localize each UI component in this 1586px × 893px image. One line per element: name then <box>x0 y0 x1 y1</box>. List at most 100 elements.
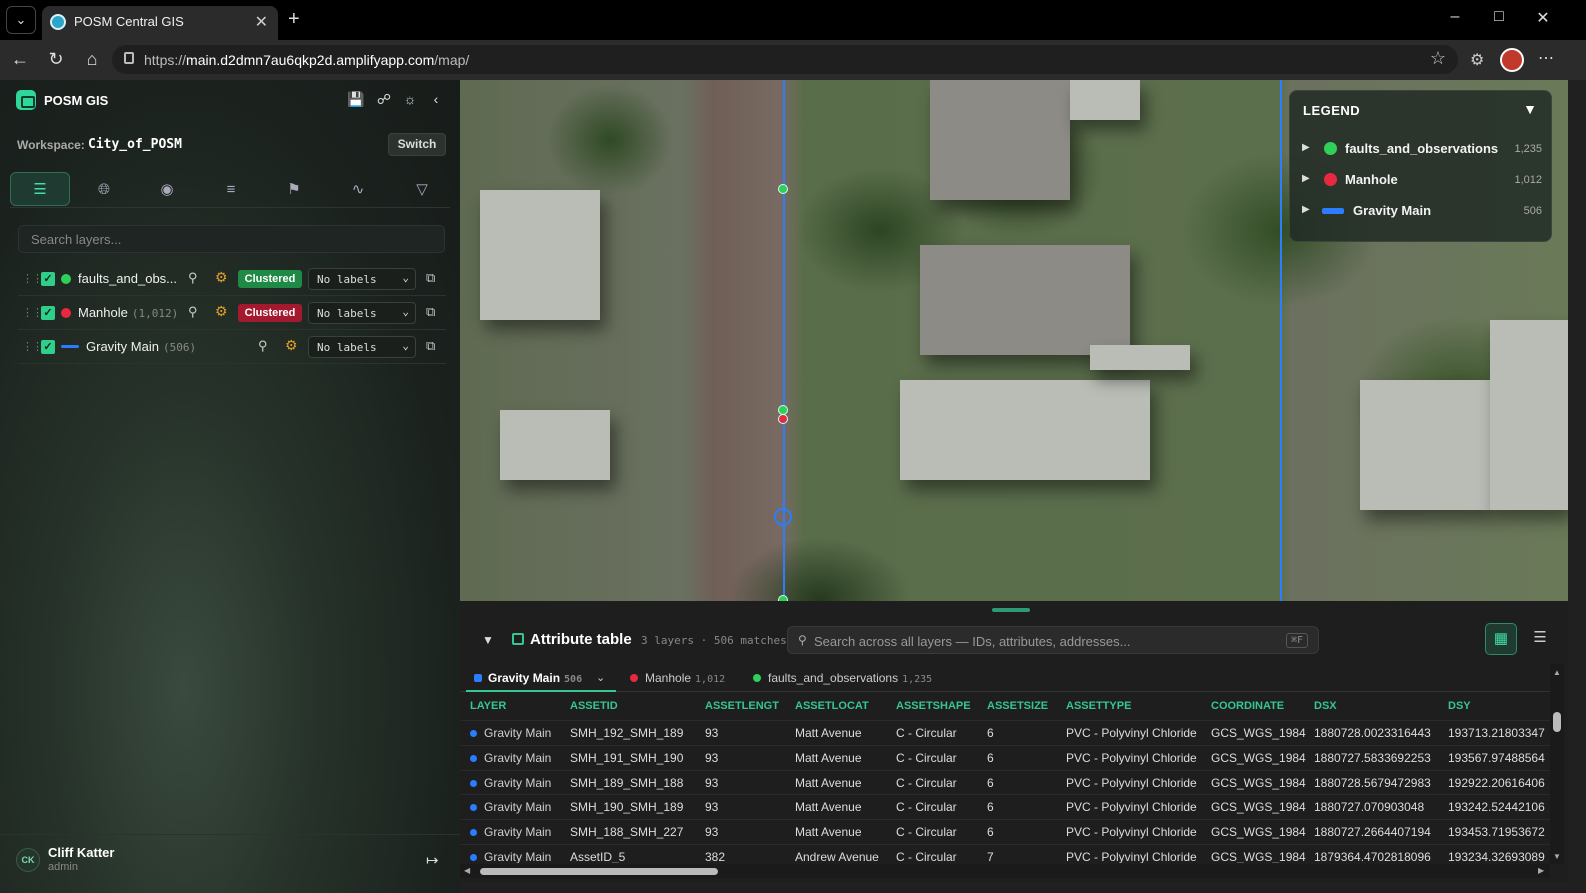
bookmark-icon[interactable]: ⚑ <box>264 172 324 206</box>
grid-view-icon[interactable]: ▦ <box>1485 623 1517 655</box>
duplicate-layer-icon[interactable]: ⧉ <box>426 338 435 354</box>
layer-settings-gear-icon[interactable]: ⚙ <box>215 269 228 286</box>
list-icon[interactable]: ≡ <box>201 172 261 206</box>
column-header[interactable]: LAYER <box>470 700 506 712</box>
close-tab-icon[interactable]: ✕ <box>255 12 268 32</box>
legend-collapse-icon[interactable]: ▼ <box>1523 101 1537 117</box>
globe-icon[interactable]: 🌐︎ <box>74 172 134 206</box>
table-row[interactable]: Gravity Main SMH_192_SMH_189 93 Matt Avenue… <box>460 720 1550 745</box>
zoom-to-layer-search-icon[interactable]: ⚲ <box>188 270 198 286</box>
column-header[interactable]: ASSETTYPE <box>1066 700 1131 712</box>
legend-item[interactable]: ▶ faults_and_observations 1,235 <box>1302 139 1542 163</box>
logout-icon[interactable]: ↦ <box>426 851 439 869</box>
url-field[interactable]: https://main.d2dmn7au6qkp2d.amplifyapp.c… <box>112 45 1458 74</box>
legend-item[interactable]: ▶ Gravity Main 506 <box>1302 201 1542 225</box>
column-header[interactable]: ASSETSHAPE <box>896 700 971 712</box>
vertical-scrollbar[interactable]: ▲ ▼ <box>1550 664 1564 864</box>
manhole-point[interactable] <box>778 414 788 424</box>
table-cell: C - Circular <box>896 800 957 815</box>
attribute-search-input[interactable]: ⚲ Search across all layers — IDs, attrib… <box>787 626 1319 654</box>
duplicate-layer-icon[interactable]: ⧉ <box>426 304 435 320</box>
bookmark-star-icon[interactable]: ☆ <box>1430 48 1446 69</box>
home-icon[interactable]: ⌂ <box>80 49 104 70</box>
tab-dropdown-chevron-icon[interactable]: ⌄ <box>596 671 605 684</box>
horizontal-scrollbar[interactable]: ◀ ▶ <box>460 864 1550 878</box>
browser-tab[interactable]: POSM Central GIS ✕ <box>42 6 278 40</box>
labels-select[interactable]: No labels ⌄ <box>308 302 416 324</box>
expand-arrow-icon[interactable]: ▶ <box>1302 173 1310 184</box>
more-menu-icon[interactable]: ⋯ <box>1538 48 1555 68</box>
palette-icon[interactable]: ◉ <box>137 172 197 206</box>
tab-list-chevron-icon[interactable]: ⌄ <box>6 6 36 34</box>
filter-icon[interactable]: ▽ <box>392 172 452 206</box>
drag-handle-icon[interactable]: ⋮⋮ <box>22 340 43 353</box>
layer-visibility-checkbox[interactable]: ✓ <box>41 272 55 286</box>
minimize-icon[interactable]: – <box>1440 8 1470 26</box>
layer-visibility-checkbox[interactable]: ✓ <box>41 340 55 354</box>
zoom-to-layer-search-icon[interactable]: ⚲ <box>258 338 268 354</box>
layer-settings-gear-icon[interactable]: ⚙ <box>215 303 228 320</box>
table-row[interactable]: Gravity Main SMH_189_SMH_188 93 Matt Avenue… <box>460 769 1550 795</box>
zoom-to-layer-search-icon[interactable]: ⚲ <box>188 304 198 320</box>
back-icon[interactable]: ← <box>8 49 32 70</box>
tab-manhole[interactable]: Manhole 1,012 <box>620 664 740 692</box>
theme-sun-icon[interactable]: ☼ <box>401 91 419 107</box>
new-tab-icon[interactable]: + <box>288 8 300 31</box>
map-canvas[interactable]: LEGEND ▼ ▶ faults_and_observations 1,235… <box>460 80 1568 601</box>
maximize-icon[interactable]: □ <box>1484 8 1514 26</box>
save-icon[interactable]: 💾 <box>347 91 365 108</box>
gravity-main-line[interactable] <box>1280 80 1282 601</box>
observation-point[interactable] <box>778 184 788 194</box>
share-icon[interactable]: ☍ <box>375 91 393 108</box>
drag-handle-icon[interactable]: ⋮⋮ <box>22 272 43 285</box>
extensions-icon[interactable]: ⚙ <box>1470 50 1484 70</box>
lock-icon[interactable] <box>124 52 134 64</box>
legend-item[interactable]: ▶ Manhole 1,012 <box>1302 170 1542 194</box>
layer-row-gravity-main[interactable]: ⋮⋮ ✓ Gravity Main (506) ⚲ ⚙ No labels ⌄ ⧉ <box>18 330 446 364</box>
table-row[interactable]: Gravity Main SMH_188_SMH_227 93 Matt Avenue… <box>460 819 1550 844</box>
resize-handle[interactable] <box>992 608 1030 612</box>
expand-arrow-icon[interactable]: ▶ <box>1302 204 1310 215</box>
clustered-badge[interactable]: Clustered <box>238 304 302 322</box>
layers-icon[interactable]: ☰ <box>10 172 70 206</box>
drag-handle-icon[interactable]: ⋮⋮ <box>22 306 43 319</box>
clustered-badge[interactable]: Clustered <box>238 270 302 288</box>
profile-avatar-icon[interactable] <box>1500 48 1524 72</box>
column-header[interactable]: ASSETLOCAT <box>795 700 869 712</box>
collapse-panel-icon[interactable]: ▼ <box>482 633 494 647</box>
scroll-left-icon[interactable]: ◀ <box>464 866 470 875</box>
scroll-up-icon[interactable]: ▲ <box>1553 668 1561 677</box>
column-header[interactable]: DSX <box>1314 700 1337 712</box>
table-row[interactable]: Gravity Main SMH_190_SMH_189 93 Matt Avenue… <box>460 794 1550 819</box>
scroll-right-icon[interactable]: ▶ <box>1538 866 1544 875</box>
scrollbar-thumb[interactable] <box>1553 712 1561 732</box>
scrollbar-thumb[interactable] <box>480 868 718 875</box>
column-header[interactable]: DSY <box>1448 700 1471 712</box>
layer-visibility-checkbox[interactable]: ✓ <box>41 306 55 320</box>
table-row[interactable]: Gravity Main AssetID_5 382 Andrew Avenue C -… <box>460 844 1550 863</box>
column-header[interactable]: COORDINATE <box>1211 700 1284 712</box>
activity-icon[interactable]: ∿ <box>328 172 388 206</box>
layer-row-manhole[interactable]: ⋮⋮ ✓ Manhole (1,012) ⚲ ⚙ Clustered No lab… <box>18 296 446 330</box>
expand-arrow-icon[interactable]: ▶ <box>1302 142 1310 153</box>
column-header[interactable]: ASSETID <box>570 700 618 712</box>
avatar[interactable]: CK <box>16 848 40 872</box>
switch-workspace-button[interactable]: Switch <box>388 133 446 156</box>
tab-faults-and-observations[interactable]: faults_and_observations 1,235 <box>744 664 954 692</box>
layer-settings-gear-icon[interactable]: ⚙ <box>285 337 298 354</box>
collapse-sidebar-icon[interactable]: ‹ <box>427 91 445 107</box>
scroll-down-icon[interactable]: ▼ <box>1553 852 1561 861</box>
labels-select[interactable]: No labels ⌄ <box>308 336 416 358</box>
list-view-icon[interactable]: ☰ <box>1524 623 1556 655</box>
column-header[interactable]: ASSETSIZE <box>987 700 1048 712</box>
layer-search-input[interactable]: Search layers... <box>18 225 445 253</box>
table-row[interactable]: Gravity Main SMH_191_SMH_190 93 Matt Avenue… <box>460 744 1550 770</box>
column-header[interactable]: ASSETLENGT <box>705 700 779 712</box>
selected-vertex[interactable] <box>774 508 792 526</box>
duplicate-layer-icon[interactable]: ⧉ <box>426 270 435 286</box>
tab-gravity-main[interactable]: Gravity Main 506 <box>466 664 616 692</box>
labels-select[interactable]: No labels ⌄ <box>308 268 416 290</box>
reload-icon[interactable]: ↻ <box>44 49 68 70</box>
close-window-icon[interactable]: ✕ <box>1528 8 1558 28</box>
layer-row-faults[interactable]: ⋮⋮ ✓ faults_and_obs... ⚲ ⚙ Clustered No … <box>18 262 446 296</box>
